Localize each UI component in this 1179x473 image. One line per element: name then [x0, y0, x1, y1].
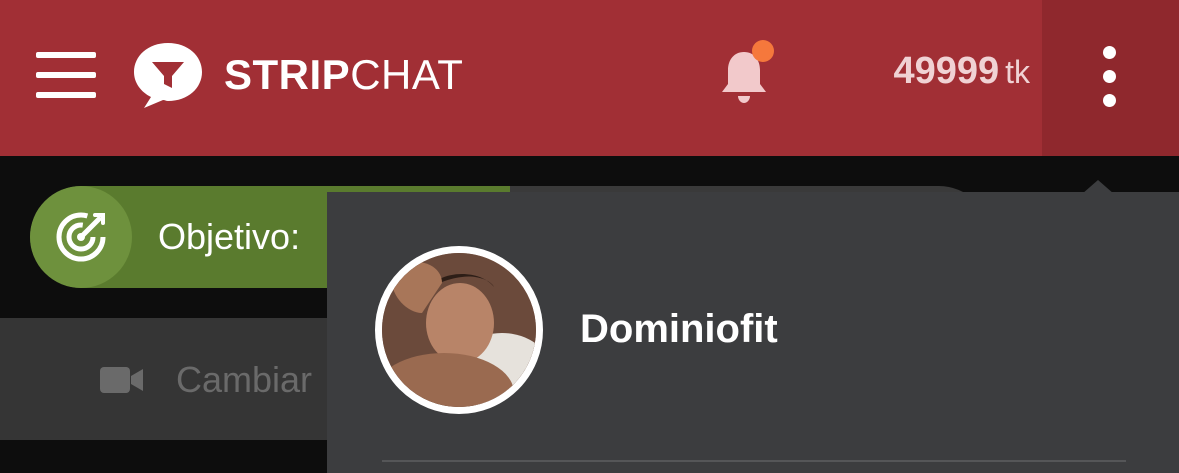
brand-name-thin: CHAT: [350, 51, 464, 98]
avatar[interactable]: [375, 246, 543, 414]
brand-name: STRIPCHAT: [224, 54, 463, 96]
video-camera-icon: [100, 367, 143, 393]
switch-camera-button[interactable]: Cambiar: [100, 345, 312, 415]
username[interactable]: Dominiofit: [580, 307, 778, 352]
logo-icon: [134, 43, 202, 108]
goal-label: Objetivo:: [158, 216, 301, 257]
target-icon: [56, 212, 106, 262]
brand-logo[interactable]: STRIPCHAT: [130, 40, 463, 110]
avatar-photo: [382, 253, 536, 407]
menu-divider: [382, 460, 1126, 462]
goal-icon-badge: [30, 186, 132, 288]
switch-camera-label: Cambiar: [176, 359, 313, 400]
more-options-icon[interactable]: [1042, 0, 1179, 156]
app-screen: STRIPCHAT 49999 tk Objetivo: Cambiar Dom…: [0, 0, 1179, 473]
token-amount: 49999: [893, 50, 1000, 92]
top-header: STRIPCHAT 49999 tk: [0, 0, 1179, 156]
brand-name-bold: STRIP: [224, 51, 351, 98]
token-balance[interactable]: 49999 tk: [800, 50, 1030, 100]
hamburger-menu-icon[interactable]: [30, 48, 102, 104]
notification-dot: [752, 40, 774, 62]
token-unit: tk: [1005, 54, 1030, 90]
